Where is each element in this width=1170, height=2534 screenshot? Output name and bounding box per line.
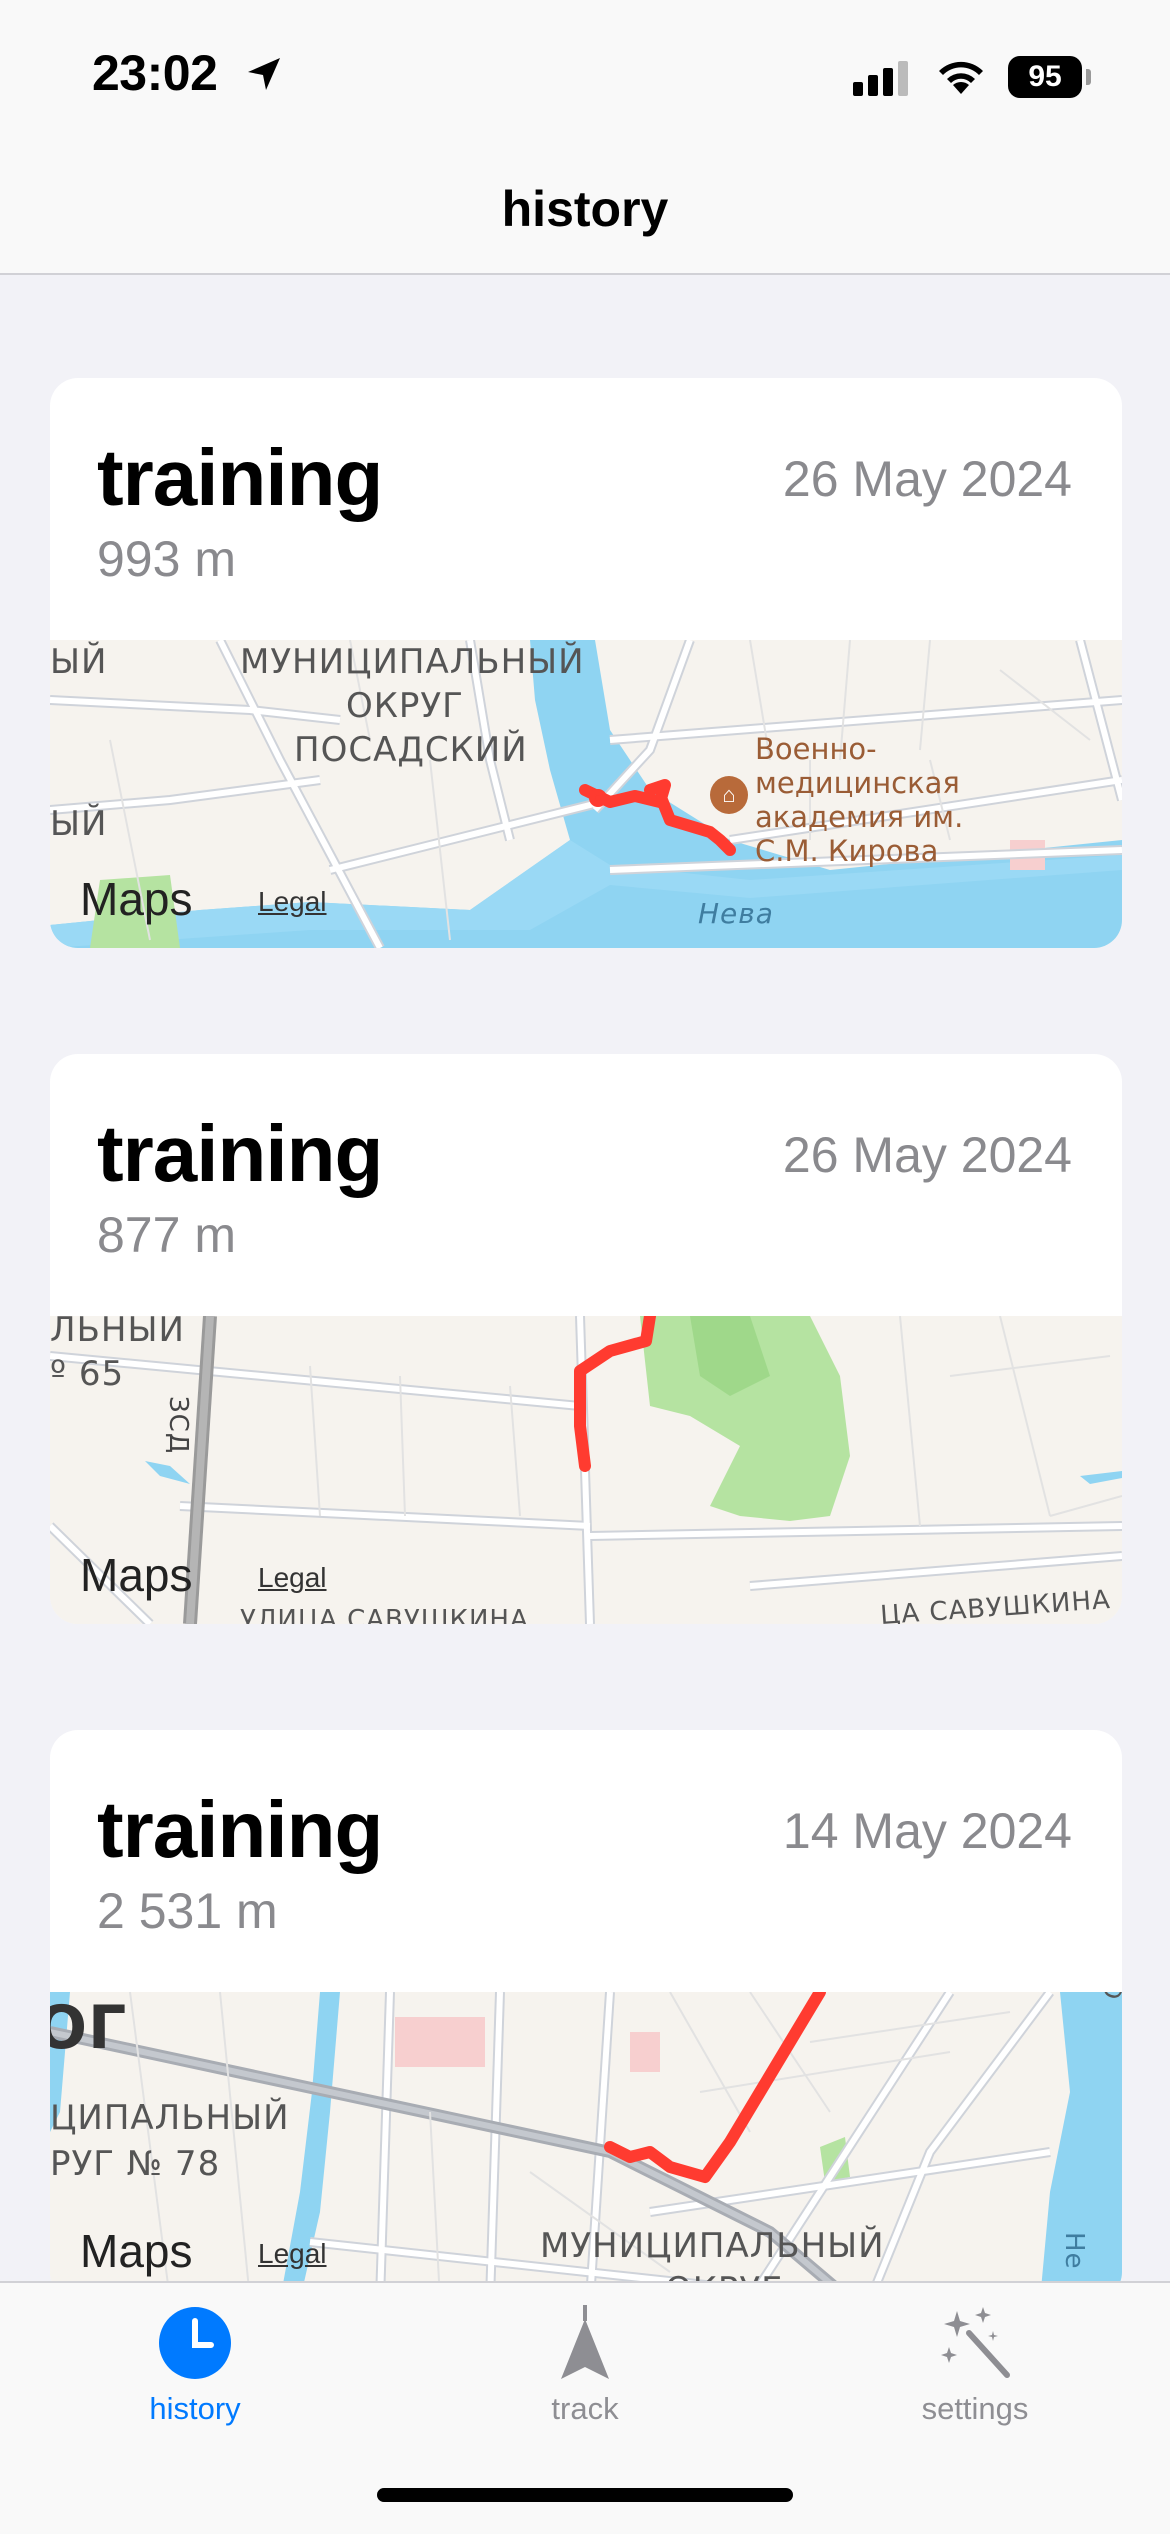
battery-indicator: 95	[1008, 56, 1091, 98]
poi-label: С.М. Кирова	[755, 834, 939, 868]
map-label: ЫЙ	[50, 804, 108, 844]
magic-wand-icon	[941, 2307, 1010, 2378]
map-label: МУНИЦИПАЛЬНЫЙ	[540, 2226, 885, 2266]
street-label: УЛИЦА САВУШКИНА	[240, 1605, 529, 1624]
workout-card[interactable]: training 26 May 2024 877 m ЛЬНЫЙ º 65 ЗС…	[50, 1054, 1122, 1624]
route-map[interactable]: ЛЬНЫЙ º 65 ЗСД УЛИЦА САВУШКИНА ЦА САВУШК…	[50, 1316, 1122, 1624]
map-label: ЦИПАЛЬНЫЙ	[50, 2098, 290, 2138]
workout-title: training	[97, 433, 383, 522]
map-label: ОКРУГ	[346, 686, 464, 726]
tab-track[interactable]: track	[390, 2283, 780, 2443]
location-arrow-icon	[248, 58, 280, 90]
battery-level: 95	[1008, 56, 1082, 98]
page-title: history	[501, 181, 669, 237]
map-label: ЫЙ	[50, 642, 108, 682]
battery-tip	[1086, 69, 1091, 85]
apple-maps-logo: Maps	[78, 1548, 192, 1602]
route-map[interactable]: ЫЙ МУНИЦИПАЛЬНЫЙ ОКРУГ ПОСАДСКИЙ ЫЙ Нева…	[50, 640, 1122, 948]
apple-maps-logo: Maps	[78, 872, 192, 926]
maps-wordmark: Maps	[80, 1549, 193, 1601]
workout-distance: 877 m	[97, 1207, 236, 1263]
tab-history[interactable]: history	[0, 2283, 390, 2443]
wifi-icon	[939, 61, 983, 94]
workout-title: training	[97, 1109, 383, 1198]
clock-icon	[159, 2307, 231, 2379]
map-label: ОГ	[50, 1993, 128, 2063]
workout-date: 26 May 2024	[782, 1127, 1072, 1183]
workout-title: training	[97, 1785, 383, 1874]
maps-wordmark: Maps	[80, 2225, 193, 2277]
cellular-signal-icon	[853, 61, 908, 96]
maps-wordmark: Maps	[80, 873, 193, 925]
map-label: º 65	[50, 1354, 125, 1394]
map-label: ПОСАДСКИЙ	[294, 730, 528, 770]
legal-link[interactable]: Legal	[258, 886, 327, 918]
status-time: 23:02	[92, 45, 218, 101]
university-icon: ⌂	[710, 776, 748, 814]
workout-distance: 2 531 m	[97, 1883, 278, 1939]
poi-label: Военно-	[755, 732, 877, 766]
workout-date: 26 May 2024	[782, 451, 1072, 507]
tab-label: settings	[921, 2391, 1029, 2426]
apple-maps-logo: Maps	[78, 2224, 192, 2278]
poi-label: медицинская	[755, 766, 960, 800]
workout-card[interactable]: training 14 May 2024 2 531 m ОГ ЦИПАЛЬНЫ…	[50, 1730, 1122, 2300]
workout-date: 14 May 2024	[782, 1803, 1072, 1859]
highway-label: ЗСД	[163, 1396, 193, 1455]
tab-label: history	[149, 2391, 241, 2426]
route-map[interactable]: ОГ ЦИПАЛЬНЫЙ РУГ № 78 МУНИЦИПАЛЬНЫЙ ОКРУ…	[50, 1992, 1122, 2300]
river-label: Нева	[698, 897, 774, 930]
map-label: МУНИЦИПАЛЬНЫЙ	[240, 642, 585, 682]
home-indicator[interactable]	[377, 2488, 793, 2502]
poi-label: академия им.	[755, 800, 964, 834]
tab-settings[interactable]: settings	[780, 2283, 1170, 2443]
map-graphics	[50, 1316, 1122, 1624]
navigation-bar: history	[0, 140, 1170, 275]
map-label: ЛЬНЫЙ	[50, 1316, 185, 1350]
map-label: РУГ № 78	[50, 2144, 221, 2184]
legal-link[interactable]: Legal	[258, 2238, 327, 2270]
tab-label: track	[551, 2391, 619, 2426]
river-label: Не	[1059, 2232, 1089, 2270]
map-graphics	[50, 640, 1122, 948]
legal-link[interactable]: Legal	[258, 1562, 327, 1594]
navigation-arrow-icon	[561, 2305, 609, 2379]
workout-card[interactable]: training 26 May 2024 993 m ЫЙ МУНИЦИПАЛЬ…	[50, 378, 1122, 948]
status-bar: 23:02 95	[0, 0, 1170, 140]
workout-distance: 993 m	[97, 531, 236, 587]
